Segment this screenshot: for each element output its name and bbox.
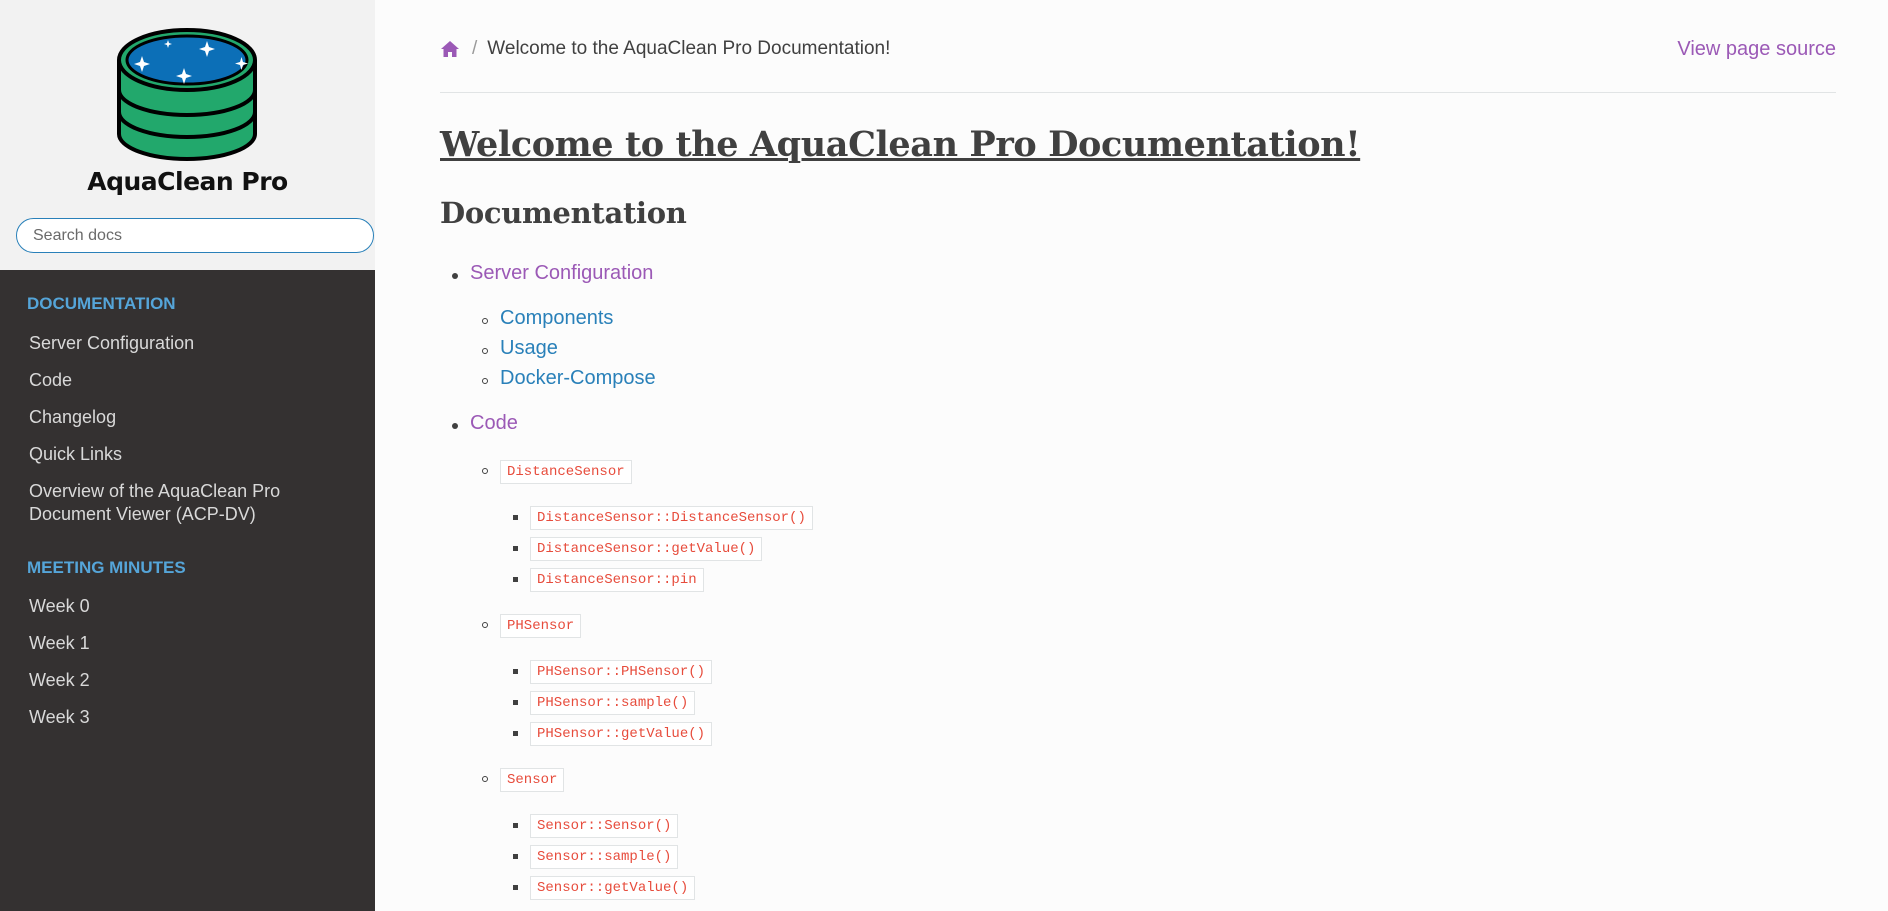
bullet-circle [482,622,488,628]
sidebar-item-week-2[interactable]: Week 2 [29,669,349,692]
toc-link-code[interactable]: Code [470,412,518,435]
bullet-square [513,669,518,674]
brand-name[interactable]: AquaClean Pro [0,167,375,196]
toc-link-member[interactable]: DistanceSensor::getValue() [530,537,763,561]
sidebar-caption-documentation: DOCUMENTATION [27,294,176,313]
toc-link-server-configuration[interactable]: Server Configuration [470,262,653,285]
sidebar-item-week-0[interactable]: Week 0 [29,595,349,618]
bullet-square [513,731,518,736]
bullet-square [513,854,518,859]
toc-link-usage[interactable]: Usage [500,337,558,360]
toc-link-components[interactable]: Components [500,307,613,330]
page-title: Welcome to the AquaClean Pro Documentati… [440,124,1361,165]
breadcrumb-current: Welcome to the AquaClean Pro Documentati… [487,38,891,59]
header-divider [440,92,1836,93]
toc-link-member[interactable]: PHSensor::PHSensor() [530,660,713,684]
sidebar-item-changelog[interactable]: Changelog [29,406,349,429]
toc-link-member[interactable]: Sensor::getValue() [530,876,696,900]
toc-link-member[interactable]: Sensor::Sensor() [530,814,679,838]
search-input[interactable] [16,218,374,253]
sidebar-item-overview[interactable]: Overview of the AquaClean Pro Document V… [29,480,309,526]
bullet-square [513,546,518,551]
toc-link-phsensor[interactable]: PHSensor [500,614,582,638]
sidebar-item-server-configuration[interactable]: Server Configuration [29,332,349,355]
toc-link-member[interactable]: PHSensor::sample() [530,691,696,715]
sidebar-item-quick-links[interactable]: Quick Links [29,443,349,466]
bullet-circle [482,468,488,474]
section-heading: Documentation [440,196,687,230]
aquaclean-logo-icon[interactable] [100,22,275,167]
breadcrumb: / Welcome to the AquaClean Pro Documenta… [440,38,890,60]
main-content: / Welcome to the AquaClean Pro Documenta… [375,0,1888,911]
sidebar-item-week-1[interactable]: Week 1 [29,632,349,655]
sidebar-caption-meeting-minutes: MEETING MINUTES [27,558,186,577]
toc-link-distancesensor[interactable]: DistanceSensor [500,460,632,484]
bullet-square [513,515,518,520]
toc-link-member[interactable]: DistanceSensor::pin [530,568,704,592]
toc-link-docker-compose[interactable]: Docker-Compose [500,367,656,390]
bullet-square [513,577,518,582]
home-icon[interactable] [440,39,460,59]
bullet-disc [452,423,458,429]
view-page-source-link[interactable]: View page source [1677,38,1836,61]
toc-link-sensor[interactable]: Sensor [500,768,565,792]
bullet-circle [482,378,488,384]
bullet-circle [482,318,488,324]
bullet-square [513,885,518,890]
toc-link-member[interactable]: Sensor::sample() [530,845,679,869]
bullet-circle [482,776,488,782]
bullet-disc [452,273,458,279]
bullet-circle [482,348,488,354]
toc-link-member[interactable]: PHSensor::getValue() [530,722,713,746]
bullet-square [513,700,518,705]
toc-link-member[interactable]: DistanceSensor::DistanceSensor() [530,506,813,530]
sidebar-item-code[interactable]: Code [29,369,349,392]
bullet-square [513,823,518,828]
breadcrumb-separator: / [472,38,478,59]
sidebar: AquaClean Pro DOCUMENTATION Server Confi… [0,0,375,911]
sidebar-item-week-3[interactable]: Week 3 [29,706,349,729]
sidebar-header: AquaClean Pro [0,0,375,270]
